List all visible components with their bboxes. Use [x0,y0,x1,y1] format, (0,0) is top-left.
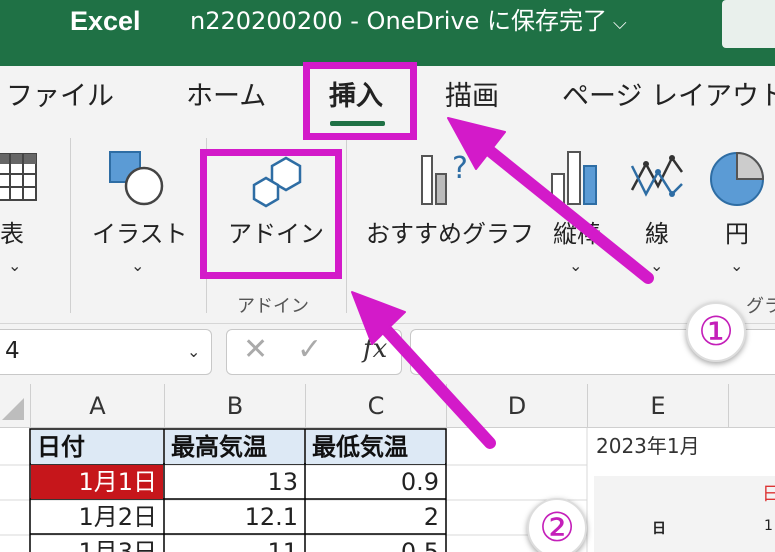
chevron-down-icon: ⌵ [613,13,627,34]
select-all-corner[interactable] [0,384,30,428]
column-header-a[interactable]: A [30,384,164,428]
column-header-b[interactable]: B [164,384,305,428]
header-cell-low[interactable]: 最低気温 [306,430,445,464]
chevron-down-icon[interactable]: ⌄ [187,342,200,361]
cell-b-row1[interactable]: 13 [165,465,304,499]
column-header-row: A B C D E [0,384,775,428]
table-label: 表 [0,220,24,248]
calendar-day-label: 日 [652,521,666,537]
chevron-down-icon[interactable]: ⌄ [650,256,663,275]
step-1-marker: ① [686,302,746,362]
formula-buttons: ✕ ✓ fx [226,329,402,375]
column-header-f[interactable] [728,384,775,428]
formula-bar: 4 ⌄ ✕ ✓ fx [0,324,775,384]
enter-icon[interactable]: ✓ [297,332,322,367]
name-box-value: 4 [5,338,20,364]
cell-c-row2[interactable]: 2 [306,500,445,534]
name-box[interactable]: 4 ⌄ [0,329,212,375]
step-2-marker: ② [527,498,587,552]
group-label-addins: アドイン [237,296,309,317]
cell-a-row3[interactable]: 1月3日 [31,535,163,552]
ribbon-separator [346,138,347,313]
step-1-label: ① [698,309,734,355]
document-title[interactable]: n220200200 - OneDrive に保存完了 ⌵ [190,4,627,41]
calendar-title: 2023年1月 [596,434,700,458]
line-chart-icon[interactable] [628,150,686,206]
cell-a-row2[interactable]: 1月2日 [31,500,163,534]
cell-b-row3[interactable]: 11 [165,535,304,552]
header-cell-date[interactable]: 日付 [31,430,163,464]
insert-function-icon[interactable]: fx [363,334,387,364]
pie-chart-label: 円 [725,220,749,248]
chevron-down-icon[interactable]: ⌄ [8,256,21,275]
column-chart-icon[interactable] [548,148,604,208]
calendar-day-label: 1 [764,518,773,534]
cell-b-row2[interactable]: 12.1 [165,500,304,534]
ribbon-separator [70,138,71,313]
cell-c-row3[interactable]: 0.5 [306,535,445,552]
chevron-down-icon[interactable]: ⌄ [131,256,144,275]
tab-home[interactable]: ホーム [186,80,266,114]
calendar-red-label: 日 [762,484,775,505]
highlight-insert-tab [303,62,417,140]
column-chart-label: 縦棒 [553,220,601,248]
recommended-charts-icon[interactable]: ? [418,148,478,208]
title-bar-button[interactable] [722,0,775,48]
column-header-e[interactable]: E [587,384,728,428]
highlight-addins-button [200,149,342,279]
tab-draw[interactable]: 描画 [445,80,499,114]
title-bar: Excel n220200200 - OneDrive に保存完了 ⌵ [0,0,775,66]
table-icon[interactable] [0,152,42,204]
column-header-d[interactable]: D [446,384,587,428]
line-chart-label: 線 [645,220,669,248]
group-label-charts: グラ [746,296,775,317]
app-name: Excel [70,6,141,36]
cell-a-row1[interactable]: 1月1日 [31,465,163,499]
document-title-text: n220200200 - OneDrive に保存完了 [190,7,608,35]
cell-c-row1[interactable]: 0.9 [306,465,445,499]
svg-text:?: ? [452,151,468,186]
cancel-icon[interactable]: ✕ [243,332,268,367]
illustrations-icon[interactable] [108,150,166,206]
pie-chart-icon[interactable] [708,150,766,208]
step-2-label: ② [539,505,575,551]
chevron-down-icon[interactable]: ⌄ [569,256,582,275]
header-cell-high[interactable]: 最高気温 [165,430,304,464]
column-header-c[interactable]: C [305,384,446,428]
ribbon-body: 表 ⌄ イラスト ⌄ アドイン アドイン ? おすすめグラフ 縦棒 ⌄ 線 ⌄ [0,128,775,324]
recommended-charts-label: おすすめグラフ [366,220,534,248]
chevron-down-icon[interactable]: ⌄ [730,256,743,275]
illustrations-label: イラスト [92,220,188,248]
tab-file[interactable]: ファイル [6,80,114,114]
tab-page-layout[interactable]: ページ レイアウト [562,80,775,114]
calendar-area[interactable] [594,476,775,552]
